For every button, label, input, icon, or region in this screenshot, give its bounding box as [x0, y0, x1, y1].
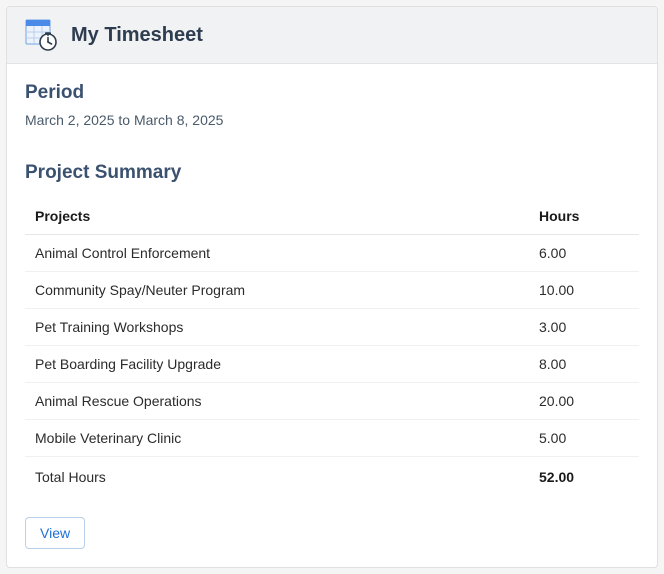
table-row: Pet Boarding Facility Upgrade8.00: [25, 346, 639, 383]
hours-cell: 20.00: [529, 383, 639, 420]
hours-cell: 3.00: [529, 309, 639, 346]
project-cell: Pet Boarding Facility Upgrade: [25, 346, 529, 383]
table-row: Animal Rescue Operations20.00: [25, 383, 639, 420]
hours-cell: 10.00: [529, 272, 639, 309]
actions-row: View: [25, 517, 639, 549]
project-summary-table: Projects Hours Animal Control Enforcemen…: [25, 198, 639, 497]
page-title: My Timesheet: [71, 24, 203, 47]
timesheet-icon: [25, 19, 57, 51]
table-row: Pet Training Workshops3.00: [25, 309, 639, 346]
period-label: Period: [25, 82, 639, 104]
hours-cell: 8.00: [529, 346, 639, 383]
view-button[interactable]: View: [25, 517, 85, 549]
card-body: Period March 2, 2025 to March 8, 2025 Pr…: [7, 64, 657, 567]
col-projects: Projects: [25, 198, 529, 235]
total-hours: 52.00: [529, 457, 639, 498]
project-cell: Pet Training Workshops: [25, 309, 529, 346]
total-label: Total Hours: [25, 457, 529, 498]
project-summary-title: Project Summary: [25, 162, 639, 184]
hours-cell: 6.00: [529, 235, 639, 272]
card-header: My Timesheet: [7, 7, 657, 64]
timesheet-card: My Timesheet Period March 2, 2025 to Mar…: [6, 6, 658, 568]
project-cell: Animal Rescue Operations: [25, 383, 529, 420]
hours-cell: 5.00: [529, 420, 639, 457]
project-cell: Mobile Veterinary Clinic: [25, 420, 529, 457]
period-range: March 2, 2025 to March 8, 2025: [25, 112, 639, 128]
total-row: Total Hours52.00: [25, 457, 639, 498]
table-row: Animal Control Enforcement6.00: [25, 235, 639, 272]
project-cell: Community Spay/Neuter Program: [25, 272, 529, 309]
col-hours: Hours: [529, 198, 639, 235]
table-row: Mobile Veterinary Clinic5.00: [25, 420, 639, 457]
project-cell: Animal Control Enforcement: [25, 235, 529, 272]
table-row: Community Spay/Neuter Program10.00: [25, 272, 639, 309]
